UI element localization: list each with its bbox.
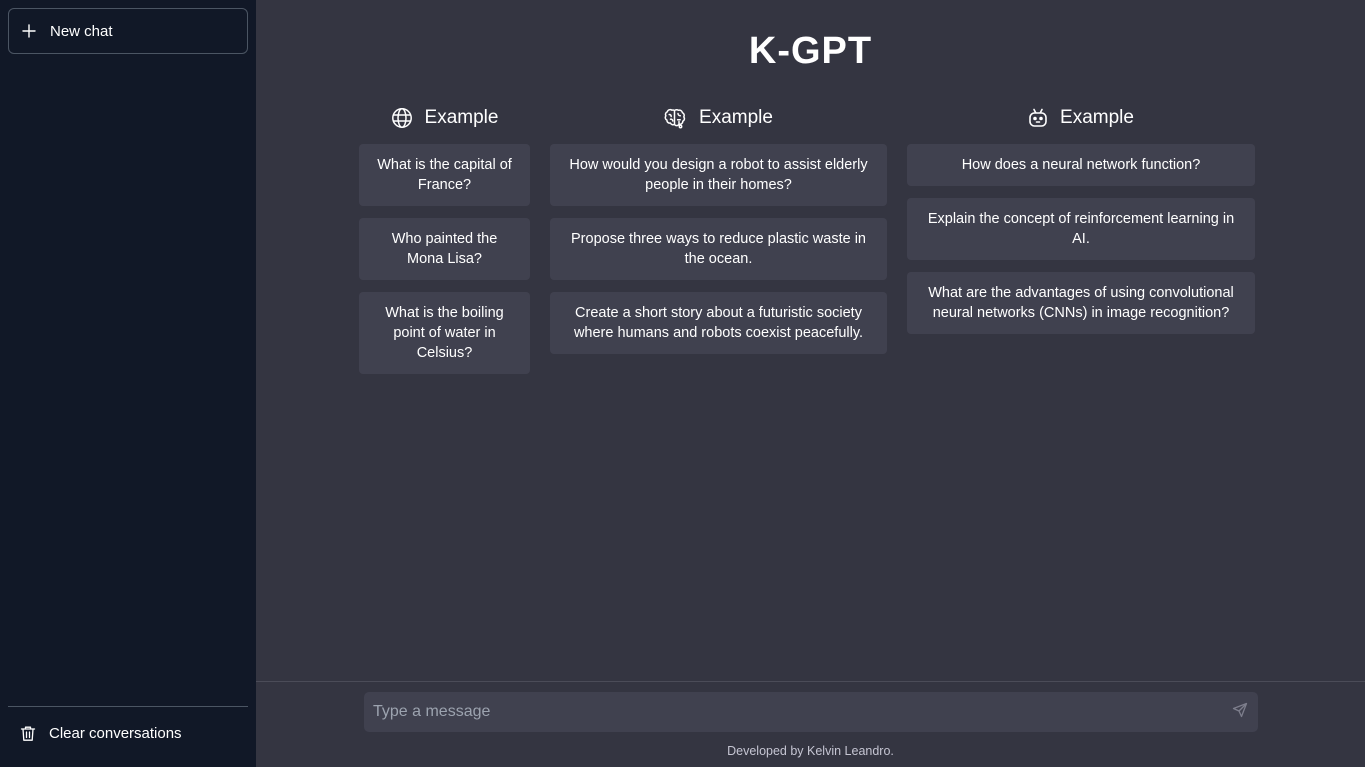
example-card[interactable]: How does a neural network function? bbox=[907, 144, 1255, 186]
composer-area: Developed by Kelvin Leandro. bbox=[256, 681, 1365, 767]
examples-grid: Example What is the capital of France? W… bbox=[359, 104, 1255, 386]
example-card[interactable]: What are the advantages of using convolu… bbox=[907, 272, 1255, 334]
example-card[interactable]: Who painted the Mona Lisa? bbox=[359, 218, 530, 280]
main-area: K-GPT Example What is the capital of Fra… bbox=[256, 0, 1365, 767]
example-card[interactable]: How would you design a robot to assist e… bbox=[550, 144, 887, 206]
brain-icon bbox=[664, 107, 687, 129]
message-input-container bbox=[364, 692, 1258, 732]
clear-conversations-button[interactable]: Clear conversations bbox=[8, 706, 248, 759]
column-header: Example bbox=[550, 104, 887, 132]
sidebar: New chat Clear conversations bbox=[0, 0, 256, 767]
trash-icon bbox=[20, 725, 36, 742]
message-input[interactable] bbox=[364, 702, 1222, 722]
page-title: K-GPT bbox=[748, 30, 873, 72]
column-heading: Example bbox=[1060, 107, 1134, 128]
clear-conversations-label: Clear conversations bbox=[49, 724, 182, 742]
examples-column: Example How does a neural network functi… bbox=[907, 104, 1255, 386]
examples-column: Example What is the capital of France? W… bbox=[359, 104, 530, 386]
example-card[interactable]: What is the capital of France? bbox=[359, 144, 530, 206]
example-card[interactable]: What is the boiling point of water in Ce… bbox=[359, 292, 530, 374]
app-root: New chat Clear conversations K-GPT Examp… bbox=[0, 0, 1365, 767]
new-chat-button[interactable]: New chat bbox=[8, 8, 248, 54]
example-card[interactable]: Create a short story about a futuristic … bbox=[550, 292, 887, 354]
send-icon bbox=[1232, 702, 1248, 723]
footer-credit: Developed by Kelvin Leandro. bbox=[727, 744, 894, 758]
new-chat-label: New chat bbox=[50, 22, 113, 40]
column-header: Example bbox=[359, 104, 530, 132]
column-header: Example bbox=[907, 104, 1255, 132]
robot-icon bbox=[1028, 107, 1048, 129]
example-card[interactable]: Explain the concept of reinforcement lea… bbox=[907, 198, 1255, 260]
send-button[interactable] bbox=[1222, 694, 1258, 730]
column-heading: Example bbox=[699, 107, 773, 128]
column-heading: Example bbox=[424, 107, 499, 128]
globe-icon bbox=[391, 107, 413, 129]
examples-column: Example How would you design a robot to … bbox=[550, 104, 887, 386]
plus-icon bbox=[22, 24, 36, 38]
example-card[interactable]: Propose three ways to reduce plastic was… bbox=[550, 218, 887, 280]
